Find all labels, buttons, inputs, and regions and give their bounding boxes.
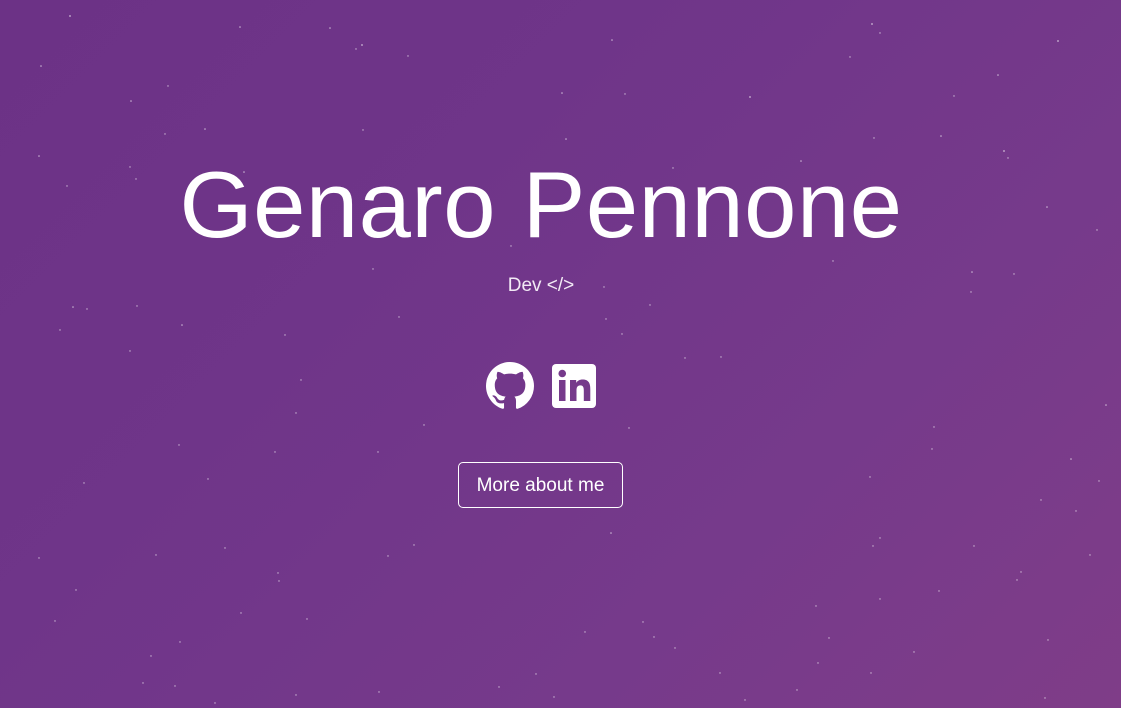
github-link[interactable] <box>486 362 534 410</box>
linkedin-link[interactable] <box>550 362 598 410</box>
linkedin-icon <box>552 364 596 408</box>
github-icon <box>486 362 534 409</box>
more-about-me-button[interactable]: More about me <box>458 462 623 508</box>
hero-name: Genaro Pennone <box>179 152 903 257</box>
hero-tagline: Dev </> <box>507 275 575 296</box>
hero-section: Genaro Pennone Dev </> More about me <box>0 0 1121 708</box>
social-links <box>486 361 598 411</box>
